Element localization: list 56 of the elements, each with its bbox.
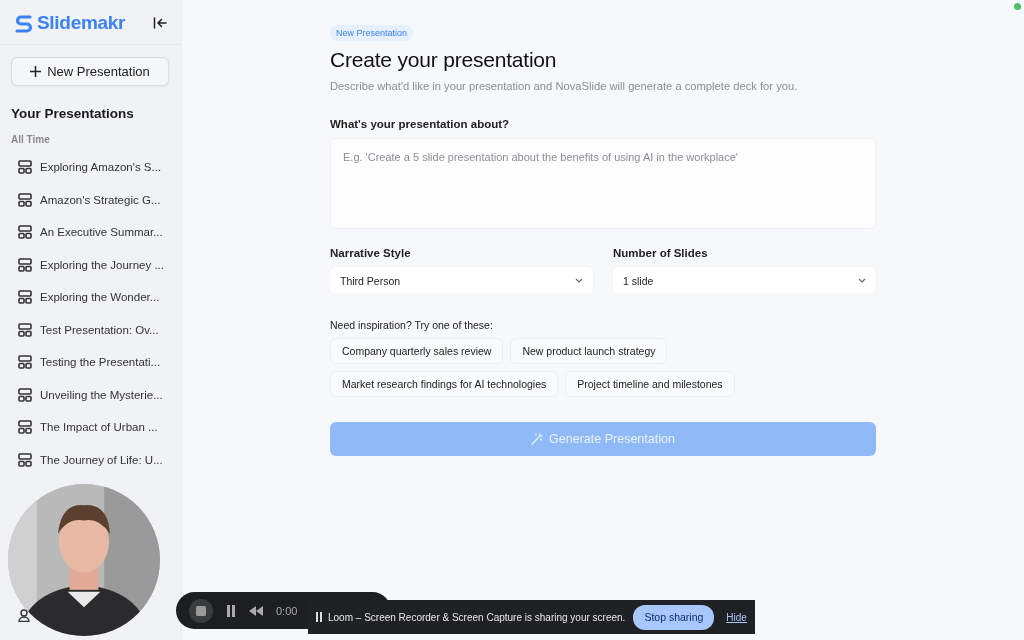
chevron-down-icon [858,278,866,283]
hint-label: Need inspiration? Try one of these: [330,319,494,331]
prompt-field[interactable]: E.g. 'Create a 5 slide presentation about the benefits of using AI in the workplace' [330,138,876,229]
page-badge: New Presentation [330,25,414,41]
presentation-item[interactable]: Testing the Presentati... [0,346,181,379]
suggestion-chip[interactable]: Market research findings for AI technologies [330,371,559,397]
suggestion-chip[interactable]: New product launch strategy [510,338,668,364]
user-icon[interactable] [18,609,30,622]
field-label: Narrative Style [330,247,412,259]
page-title: Create your presentation [330,48,558,72]
presentation-item[interactable]: Exploring Amazon's S... [0,151,181,184]
layout-icon [18,355,32,370]
magic-wand-icon [531,433,544,445]
presentation-item[interactable]: Unveiling the Mysterie... [0,378,181,411]
suggestion-chip[interactable]: Project timeline and milestones [565,371,735,397]
select-field[interactable]: Third Person [330,267,593,294]
chevron-down-icon [575,278,583,283]
layout-icon [18,225,32,240]
pause-icon[interactable] [226,604,236,617]
presentation-item[interactable]: The Impact of Urban ... [0,411,181,444]
recording-time: 0:00 [276,604,298,617]
app-logo-text: Slidemakr [37,12,126,34]
layout-icon [18,192,32,207]
presentation-item[interactable]: Test Presentation: Ov... [0,313,181,346]
pause-icon [316,612,322,622]
layout-icon [18,420,32,435]
collapse-sidebar-icon[interactable] [153,17,167,29]
presentation-item[interactable]: An Executive Summar... [0,216,181,249]
section-heading: Your Presentations [11,106,135,121]
layout-icon [18,387,32,402]
suggestion-chip[interactable]: Company quarterly sales review [330,338,504,364]
layout-icon [18,290,32,305]
layout-icon [18,322,32,337]
logo-icon [14,13,34,33]
new-presentation-button[interactable]: New Presentation [11,57,169,86]
page-subtitle: Describe what'd like in your presentation and NovaSlide will generate a complete deck for you. [330,80,799,92]
presentation-item[interactable]: Exploring the Wonder... [0,281,181,314]
rewind-icon[interactable] [249,605,263,616]
select-field[interactable]: 1 slide [613,267,876,294]
stop-icon[interactable] [189,598,213,623]
layout-icon [18,257,32,272]
field-label: Number of Slides [613,247,709,259]
sharing-message: Loom – Screen Recorder & Screen Capture is sharing your screen. [328,611,626,623]
layout-icon [18,452,32,467]
plus-icon [30,66,42,77]
recording-indicator-icon [1014,3,1021,10]
field-label: What's your presentation about? [330,118,511,130]
layout-icon [18,160,32,175]
select-value: Third Person [340,274,401,287]
presentation-item[interactable]: The Journey of Life: U... [0,443,181,476]
stop-sharing-button[interactable]: Stop sharing [633,604,715,630]
select-value: 1 slide [623,274,654,287]
group-label: All Time [11,134,51,145]
hide-link[interactable]: Hide [726,611,747,623]
presentation-item[interactable]: Exploring the Journey ... [0,248,181,281]
presentation-item[interactable]: Amazon's Strategic G... [0,183,181,216]
